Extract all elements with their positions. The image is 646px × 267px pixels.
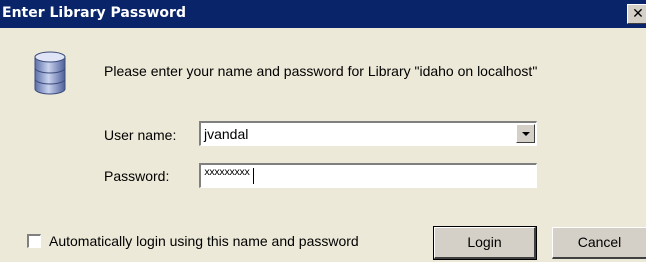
title-bar[interactable]: Enter Library Password ✕ <box>0 0 646 28</box>
close-icon: ✕ <box>632 6 644 22</box>
cancel-button[interactable]: Cancel <box>552 227 646 259</box>
database-icon <box>34 51 66 95</box>
prompt-text: Please enter your name and password for … <box>104 63 538 79</box>
dropdown-arrow-icon[interactable] <box>516 124 535 143</box>
password-label: Password: <box>104 168 170 184</box>
text-caret <box>253 168 254 184</box>
password-field[interactable]: xxxxxxxxx <box>199 163 537 188</box>
user-name-label: User name: <box>104 127 177 143</box>
login-button[interactable]: Login <box>433 226 537 260</box>
dialog-title: Enter Library Password <box>2 5 186 21</box>
close-button[interactable]: ✕ <box>627 4 646 24</box>
auto-login-checkbox[interactable] <box>27 234 41 248</box>
login-dialog: Enter Library Password ✕ Please enter yo… <box>0 0 646 262</box>
auto-login-label[interactable]: Automatically login using this name and … <box>49 233 359 249</box>
user-name-combobox[interactable]: jvandal <box>199 121 537 146</box>
user-name-value: jvandal <box>204 126 249 142</box>
password-value: xxxxxxxxx <box>204 167 250 178</box>
